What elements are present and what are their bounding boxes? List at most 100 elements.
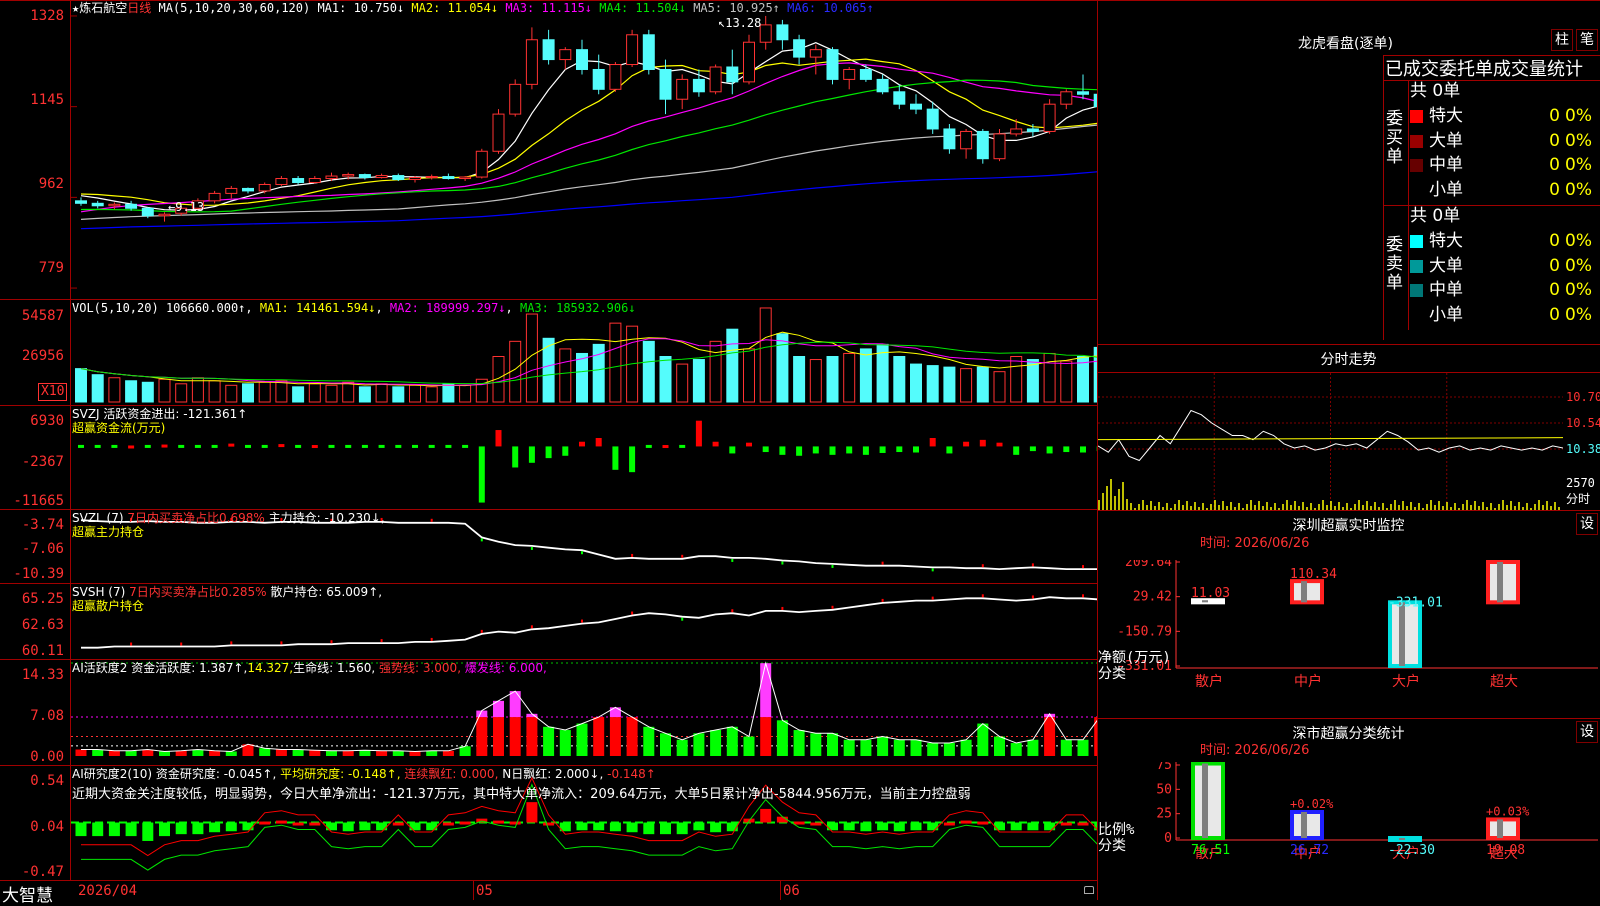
activity-bar (276, 750, 287, 756)
category-bar-shade (1202, 764, 1208, 838)
candle-body (426, 177, 437, 178)
candle-body (1078, 92, 1089, 94)
volume-bar (961, 369, 972, 402)
activity-bar (643, 727, 654, 756)
research-bar (126, 823, 137, 837)
flow-bar (880, 446, 886, 453)
ma-prefix: MA(5,10,20,30,60,120) (159, 1, 311, 15)
flow-bar (813, 446, 819, 453)
candle-body (760, 25, 771, 42)
flow-zero-mark (262, 445, 268, 448)
volume-bar (76, 369, 87, 402)
holding-tick (882, 599, 884, 602)
tick-mode-button[interactable]: 笔 (1576, 29, 1598, 51)
research-bar (977, 822, 988, 825)
research-bar (693, 823, 704, 831)
svsh-title: 超赢散户持仓 (72, 599, 144, 613)
activity-bar (710, 730, 721, 756)
flow-zero-mark (295, 445, 301, 448)
candle-body (126, 204, 137, 208)
sz-monitor-time: 时间: 2026/06/26 (1200, 537, 1309, 551)
category-bar-shade (1399, 602, 1405, 666)
research-bar (359, 823, 370, 831)
volume-chart[interactable] (71, 300, 1097, 405)
research-bar (710, 823, 721, 833)
volume-bar (460, 385, 471, 402)
holding-tick (1032, 595, 1034, 598)
volume-bar (693, 360, 704, 402)
holding-tick (781, 607, 783, 610)
activity-bar (593, 717, 604, 756)
ai-activity-chart[interactable] (71, 660, 1097, 765)
order-count: 0 (1530, 229, 1560, 253)
candle-body (376, 176, 387, 178)
sz-monitor-chart[interactable]: 209.6429.42-150.79-331.01净额(万元)分类散户11.03… (1098, 560, 1600, 715)
activity-bar (844, 740, 855, 756)
candle-body (309, 179, 320, 183)
activity-bar (944, 743, 955, 756)
fund-flow-chart[interactable] (71, 406, 1097, 509)
y-axis-title: 比例% (1098, 822, 1135, 838)
holding-tick (832, 606, 834, 609)
volume-bar (660, 357, 671, 403)
volume-bar (927, 366, 938, 402)
research-bar (944, 823, 955, 826)
volume-bar (577, 353, 588, 402)
ai-research-chart[interactable] (71, 766, 1097, 880)
research-bar (393, 823, 404, 826)
research-bar (593, 823, 604, 831)
category-value-label: 19.08 (1486, 843, 1525, 858)
holding-tick (932, 597, 934, 600)
research-bar (142, 823, 153, 841)
candle-body (209, 193, 220, 200)
sz-stats-settings-button[interactable]: 设 (1576, 721, 1598, 743)
intraday-axis-tick: 10.38 (1566, 442, 1600, 456)
category-label: 散户 (1195, 673, 1223, 690)
candlestick-chart[interactable] (71, 1, 1097, 299)
category-value-label: 209.64 (1486, 560, 1533, 563)
research-bar (510, 822, 521, 825)
volume-bar (844, 353, 855, 402)
activity-bar (443, 751, 454, 756)
bar-mode-button[interactable]: 柱 (1551, 29, 1573, 51)
volume-bar (159, 379, 170, 402)
candle-body (443, 177, 454, 179)
volume-bar (944, 367, 955, 402)
ma2-value: MA2: 11.054↓ (411, 1, 498, 15)
intraday-chart[interactable] (1098, 373, 1563, 510)
flow-bar (997, 443, 1003, 447)
volume-bar (259, 382, 270, 402)
sz-monitor-settings-button[interactable]: 设 (1576, 513, 1598, 535)
holding-tick (731, 609, 733, 612)
volume-bar (677, 364, 688, 402)
vol-value: 106660.000↑ (166, 301, 245, 315)
flow-bar (779, 446, 785, 454)
flow-bar (796, 446, 802, 455)
activity-bar (209, 751, 220, 756)
flow-zero-mark (329, 445, 335, 448)
vol-legend: VOL(5,10,20) 106660.000↑, MA1: 141461.59… (72, 301, 636, 315)
lock-icon[interactable] (1084, 886, 1094, 894)
order-size-label: 特大 (1429, 106, 1463, 126)
category-value-label: 11.03 (1191, 586, 1230, 601)
flow-zero-mark (395, 445, 401, 448)
buy-order-row: 中单00% (1410, 153, 1600, 177)
research-bar (827, 823, 838, 831)
flow-bar (629, 446, 635, 472)
candle-body (1027, 129, 1038, 131)
research-bar (192, 823, 203, 835)
holding-tick (431, 519, 433, 522)
sz-stats-chart[interactable]: 7550250比例%分类散户76.51+0.00%中户26.72+0.02%大户… (1098, 762, 1600, 900)
high-price-label: ↖13.28 (718, 16, 761, 30)
svzl-axis-tick: -3.74 (0, 517, 64, 533)
holding-tick (531, 625, 533, 628)
category-label: 大户 (1392, 673, 1420, 690)
category-bar-shade (1497, 819, 1503, 838)
holding-tick (481, 538, 483, 541)
research-bar (159, 823, 170, 837)
candle-body (794, 40, 805, 57)
volume-bar (109, 378, 120, 402)
candle-body (777, 25, 788, 40)
order-percent: 0% (1565, 129, 1600, 153)
flow-bar (162, 445, 168, 448)
